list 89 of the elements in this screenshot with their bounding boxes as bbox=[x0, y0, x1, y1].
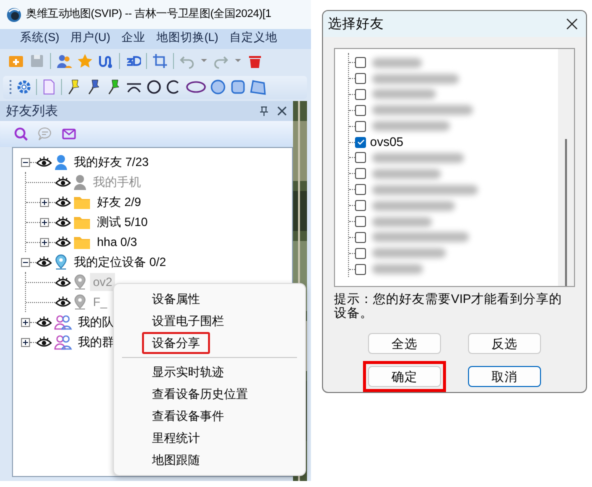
window-title: 奥维互动地图(SVIP) -- 吉林一号卫星图(全国2024)[1 bbox=[26, 6, 272, 22]
pin-icon[interactable] bbox=[259, 106, 269, 116]
menu-item[interactable]: 查看设备事件 bbox=[142, 405, 234, 427]
grip-icon bbox=[9, 79, 12, 96]
collapse-icon[interactable] bbox=[21, 258, 30, 266]
folder-icon bbox=[73, 194, 91, 210]
dialog-button[interactable]: 取消 bbox=[468, 366, 541, 387]
checkbox[interactable] bbox=[355, 73, 366, 84]
checkbox[interactable] bbox=[355, 120, 366, 132]
blurred-label bbox=[372, 168, 441, 179]
checkbox[interactable] bbox=[355, 184, 366, 196]
menu-item[interactable]: 地图切换(L) bbox=[156, 30, 218, 48]
check-icon bbox=[356, 138, 364, 146]
scrollbar[interactable] bbox=[558, 48, 574, 286]
tree-item[interactable]: 我的好友 7/23 bbox=[71, 153, 152, 171]
users-icon[interactable] bbox=[56, 53, 72, 70]
menu-item[interactable]: 企业 bbox=[121, 30, 146, 48]
dialog-button[interactable]: 反选 bbox=[468, 333, 541, 354]
checkbox[interactable] bbox=[355, 168, 366, 180]
expand-icon[interactable] bbox=[21, 338, 30, 346]
tree-item[interactable]: 我的定位设备 0/2 bbox=[71, 253, 170, 271]
crop-icon[interactable] bbox=[152, 53, 168, 70]
tree-item[interactable]: 我的队 bbox=[75, 313, 117, 331]
menu-item[interactable]: 系统(S) bbox=[20, 30, 60, 48]
blurred-label bbox=[372, 216, 432, 227]
ellipse-icon[interactable] bbox=[186, 79, 206, 96]
menu-item[interactable]: 地图跟随 bbox=[142, 449, 210, 471]
blurred-label bbox=[372, 264, 423, 274]
checkbox[interactable] bbox=[355, 88, 366, 100]
checkbox[interactable] bbox=[355, 264, 366, 275]
expand-icon[interactable] bbox=[40, 198, 49, 206]
checkbox[interactable] bbox=[355, 248, 366, 259]
blurred-label bbox=[372, 89, 436, 100]
location-pin-icon bbox=[73, 294, 87, 310]
circle-icon[interactable] bbox=[146, 79, 162, 96]
star-icon[interactable] bbox=[77, 53, 93, 70]
hint-text: 提示：您的好友需要VIP才能看到分享的设备。 bbox=[334, 292, 564, 320]
expand-icon[interactable] bbox=[40, 238, 49, 246]
dialog-button[interactable]: 确定 bbox=[368, 366, 441, 387]
filled-circle-icon[interactable] bbox=[210, 79, 226, 96]
checkbox[interactable] bbox=[355, 152, 366, 164]
menu-item[interactable]: 设置电子围栏 bbox=[142, 310, 234, 332]
checkbox[interactable] bbox=[355, 216, 366, 228]
group-icon bbox=[54, 334, 72, 350]
dialog-button[interactable]: 全选 bbox=[368, 333, 441, 354]
blurred-label bbox=[372, 58, 422, 68]
search-icon[interactable] bbox=[14, 127, 28, 141]
expand-icon[interactable] bbox=[40, 218, 49, 226]
folder-icon bbox=[73, 234, 91, 250]
group-icon bbox=[54, 314, 72, 330]
menu-item[interactable]: 查看设备历史位置 bbox=[142, 383, 258, 405]
polygon-icon[interactable] bbox=[250, 79, 266, 96]
checkbox[interactable] bbox=[355, 104, 366, 116]
tree-item[interactable]: hha 0/3 bbox=[94, 233, 140, 251]
checkbox[interactable] bbox=[355, 136, 366, 148]
expand-icon[interactable] bbox=[21, 318, 30, 326]
mail-icon[interactable] bbox=[62, 127, 76, 141]
page-icon[interactable] bbox=[41, 79, 57, 96]
location-pin-icon bbox=[73, 274, 87, 290]
folder-icon bbox=[73, 214, 91, 230]
checkbox[interactable] bbox=[355, 57, 366, 68]
settings-icon[interactable] bbox=[16, 79, 32, 96]
pushpin-icon[interactable] bbox=[106, 79, 122, 96]
collapse-icon[interactable] bbox=[21, 158, 30, 166]
tree-item[interactable]: 测试 5/10 bbox=[94, 213, 151, 231]
panel-title: 好友列表 bbox=[6, 102, 58, 120]
person-icon bbox=[54, 154, 68, 170]
close-icon[interactable] bbox=[566, 18, 578, 30]
route-icon[interactable] bbox=[98, 53, 114, 70]
dialog-title: 选择好友 bbox=[328, 14, 384, 33]
checkbox[interactable] bbox=[355, 232, 366, 243]
location-pin-icon bbox=[54, 254, 68, 270]
tree-item[interactable]: 我的群 bbox=[75, 333, 117, 351]
pushpin-icon[interactable] bbox=[86, 79, 102, 96]
menu-item[interactable]: 显示实时轨迹 bbox=[142, 361, 234, 383]
pushpin-icon[interactable] bbox=[66, 79, 82, 96]
menu-item[interactable]: 自定义地 bbox=[229, 30, 278, 48]
tree-item[interactable]: 好友 2/9 bbox=[94, 193, 144, 211]
app-logo-icon bbox=[6, 6, 22, 23]
menu-item[interactable]: 设备属性 bbox=[142, 288, 210, 310]
friend-name[interactable]: ovs05 bbox=[370, 132, 404, 152]
menu-item[interactable]: 设备分享 bbox=[142, 332, 210, 354]
menu-item[interactable]: 里程统计 bbox=[142, 427, 210, 449]
trash-icon[interactable] bbox=[247, 53, 263, 70]
person-icon bbox=[73, 174, 87, 190]
checkbox[interactable] bbox=[355, 200, 366, 212]
rounded-square-icon[interactable] bbox=[230, 79, 246, 96]
close-icon[interactable] bbox=[277, 106, 287, 116]
menu-item[interactable]: 用户(U) bbox=[70, 30, 110, 48]
